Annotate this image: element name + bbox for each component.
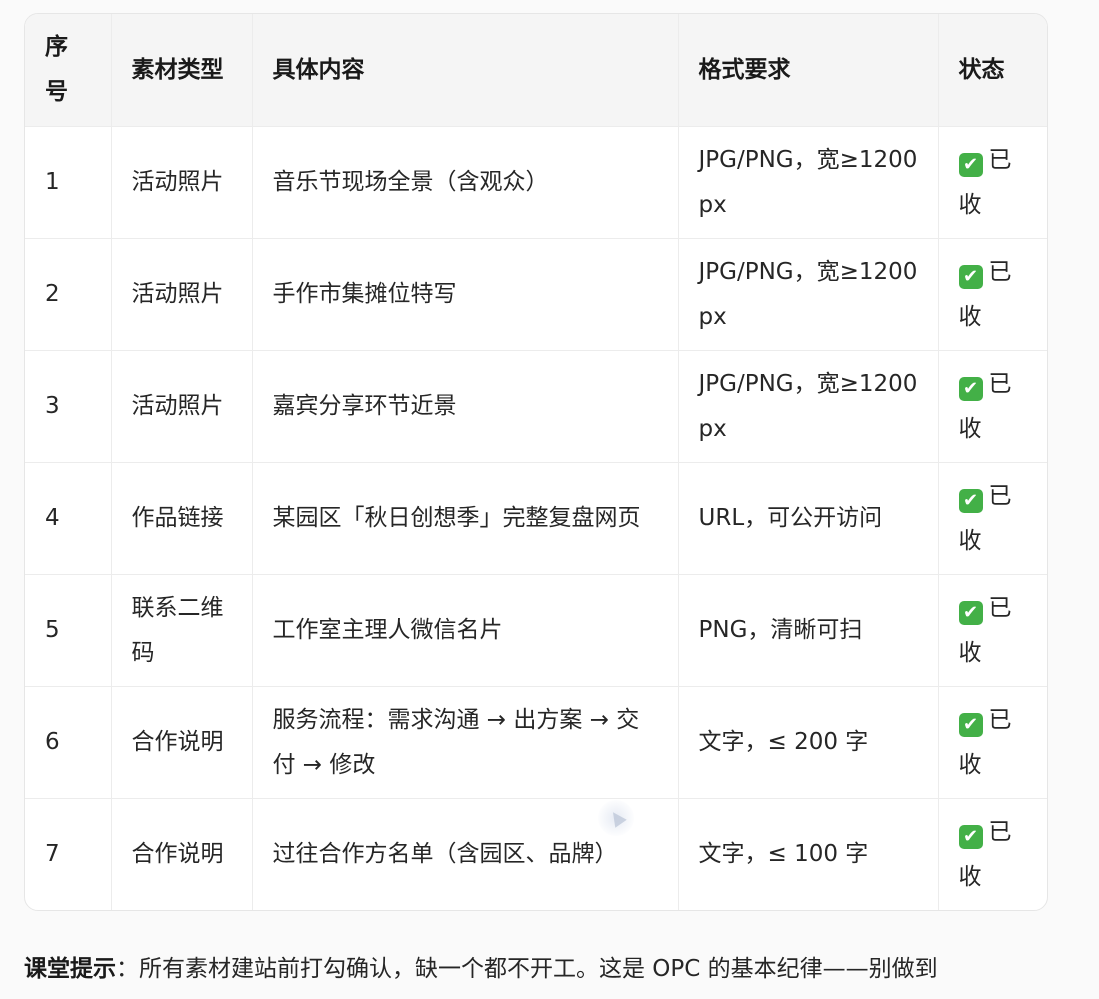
- cell-no: 3: [25, 350, 112, 463]
- tip-label: 课堂提示: [24, 956, 116, 982]
- check-mark-icon: ✔: [958, 152, 983, 177]
- table-row: 5 联系二维码 工作室主理人微信名片 PNG，清晰可扫 ✔ 已收: [25, 574, 1047, 687]
- check-mark-icon: ✔: [958, 824, 983, 849]
- cell-type: 活动照片: [111, 350, 253, 463]
- cell-no: 6: [25, 686, 112, 799]
- cell-type: 合作说明: [111, 686, 253, 799]
- materials-table: 序号 素材类型 具体内容 格式要求 状态 1 活动照片 音乐节现场全景（含观众） JP…: [25, 14, 1047, 910]
- header-status: 状态: [938, 14, 1047, 127]
- check-mark-icon: ✔: [958, 488, 983, 513]
- cell-no: 7: [25, 798, 112, 910]
- cell-status: ✔ 已收: [938, 126, 1047, 239]
- check-mark-icon: ✔: [958, 376, 983, 401]
- cell-type: 作品链接: [111, 462, 253, 575]
- cell-type: 合作说明: [111, 798, 253, 910]
- table-row: 3 活动照片 嘉宾分享环节近景 JPG/PNG，宽≥1200px ✔ 已收: [25, 350, 1047, 463]
- table-row: 6 合作说明 服务流程：需求沟通 → 出方案 → 交付 → 修改 文字，≤ 200 字…: [25, 686, 1047, 799]
- cell-status: ✔ 已收: [938, 462, 1047, 575]
- table-row: 7 合作说明 过往合作方名单（含园区、品牌） 文字，≤ 100 字 ✔ 已收: [25, 798, 1047, 911]
- check-mark-icon: ✔: [958, 264, 983, 289]
- cell-format: JPG/PNG，宽≥1200px: [678, 238, 939, 351]
- cell-content: 手作市集摊位特写: [252, 238, 679, 351]
- cell-format: URL，可公开访问: [678, 462, 939, 575]
- header-content: 具体内容: [252, 14, 679, 127]
- materials-table-container: 序号 素材类型 具体内容 格式要求 状态 1 活动照片 音乐节现场全景（含观众） JP…: [24, 13, 1048, 911]
- table-header-row: 序号 素材类型 具体内容 格式要求 状态: [25, 14, 1047, 127]
- cell-format: JPG/PNG，宽≥1200px: [678, 350, 939, 463]
- cell-no: 4: [25, 462, 112, 575]
- cell-content: 音乐节现场全景（含观众）: [252, 126, 679, 239]
- page: 序号 素材类型 具体内容 格式要求 状态 1 活动照片 音乐节现场全景（含观众） JP…: [0, 0, 1099, 999]
- cell-no: 2: [25, 238, 112, 351]
- header-no: 序号: [25, 14, 112, 127]
- cell-format: 文字，≤ 200 字: [678, 686, 939, 799]
- cell-type: 活动照片: [111, 238, 253, 351]
- cell-status: ✔ 已收: [938, 238, 1047, 351]
- header-type: 素材类型: [111, 14, 253, 127]
- cell-type: 联系二维码: [111, 574, 253, 687]
- table-row: 1 活动照片 音乐节现场全景（含观众） JPG/PNG，宽≥1200px ✔ 已收: [25, 126, 1047, 239]
- check-mark-icon: ✔: [958, 712, 983, 737]
- classroom-tip: 课堂提示：所有素材建站前打勾确认，缺一个都不开工。这是 OPC 的基本纪律——别…: [24, 950, 938, 988]
- cell-no: 5: [25, 574, 112, 687]
- cell-content: 嘉宾分享环节近景: [252, 350, 679, 463]
- cell-status: ✔ 已收: [938, 686, 1047, 799]
- tip-text: ：所有素材建站前打勾确认，缺一个都不开工。这是 OPC 的基本纪律——别做到: [116, 956, 938, 982]
- table-row: 2 活动照片 手作市集摊位特写 JPG/PNG，宽≥1200px ✔ 已收: [25, 238, 1047, 351]
- table-row: 4 作品链接 某园区「秋日创想季」完整复盘网页 URL，可公开访问 ✔ 已收: [25, 462, 1047, 575]
- cell-status: ✔ 已收: [938, 350, 1047, 463]
- cell-type: 活动照片: [111, 126, 253, 239]
- header-format: 格式要求: [678, 14, 939, 127]
- cell-format: PNG，清晰可扫: [678, 574, 939, 687]
- cell-content: 服务流程：需求沟通 → 出方案 → 交付 → 修改: [252, 686, 679, 799]
- cell-no: 1: [25, 126, 112, 239]
- cell-content: 工作室主理人微信名片: [252, 574, 679, 687]
- cell-status: ✔ 已收: [938, 799, 1047, 911]
- cell-content: 某园区「秋日创想季」完整复盘网页: [252, 462, 679, 575]
- cell-format: 文字，≤ 100 字: [678, 798, 939, 910]
- check-mark-icon: ✔: [958, 600, 983, 625]
- cell-status: ✔ 已收: [938, 574, 1047, 687]
- cell-format: JPG/PNG，宽≥1200px: [678, 126, 939, 239]
